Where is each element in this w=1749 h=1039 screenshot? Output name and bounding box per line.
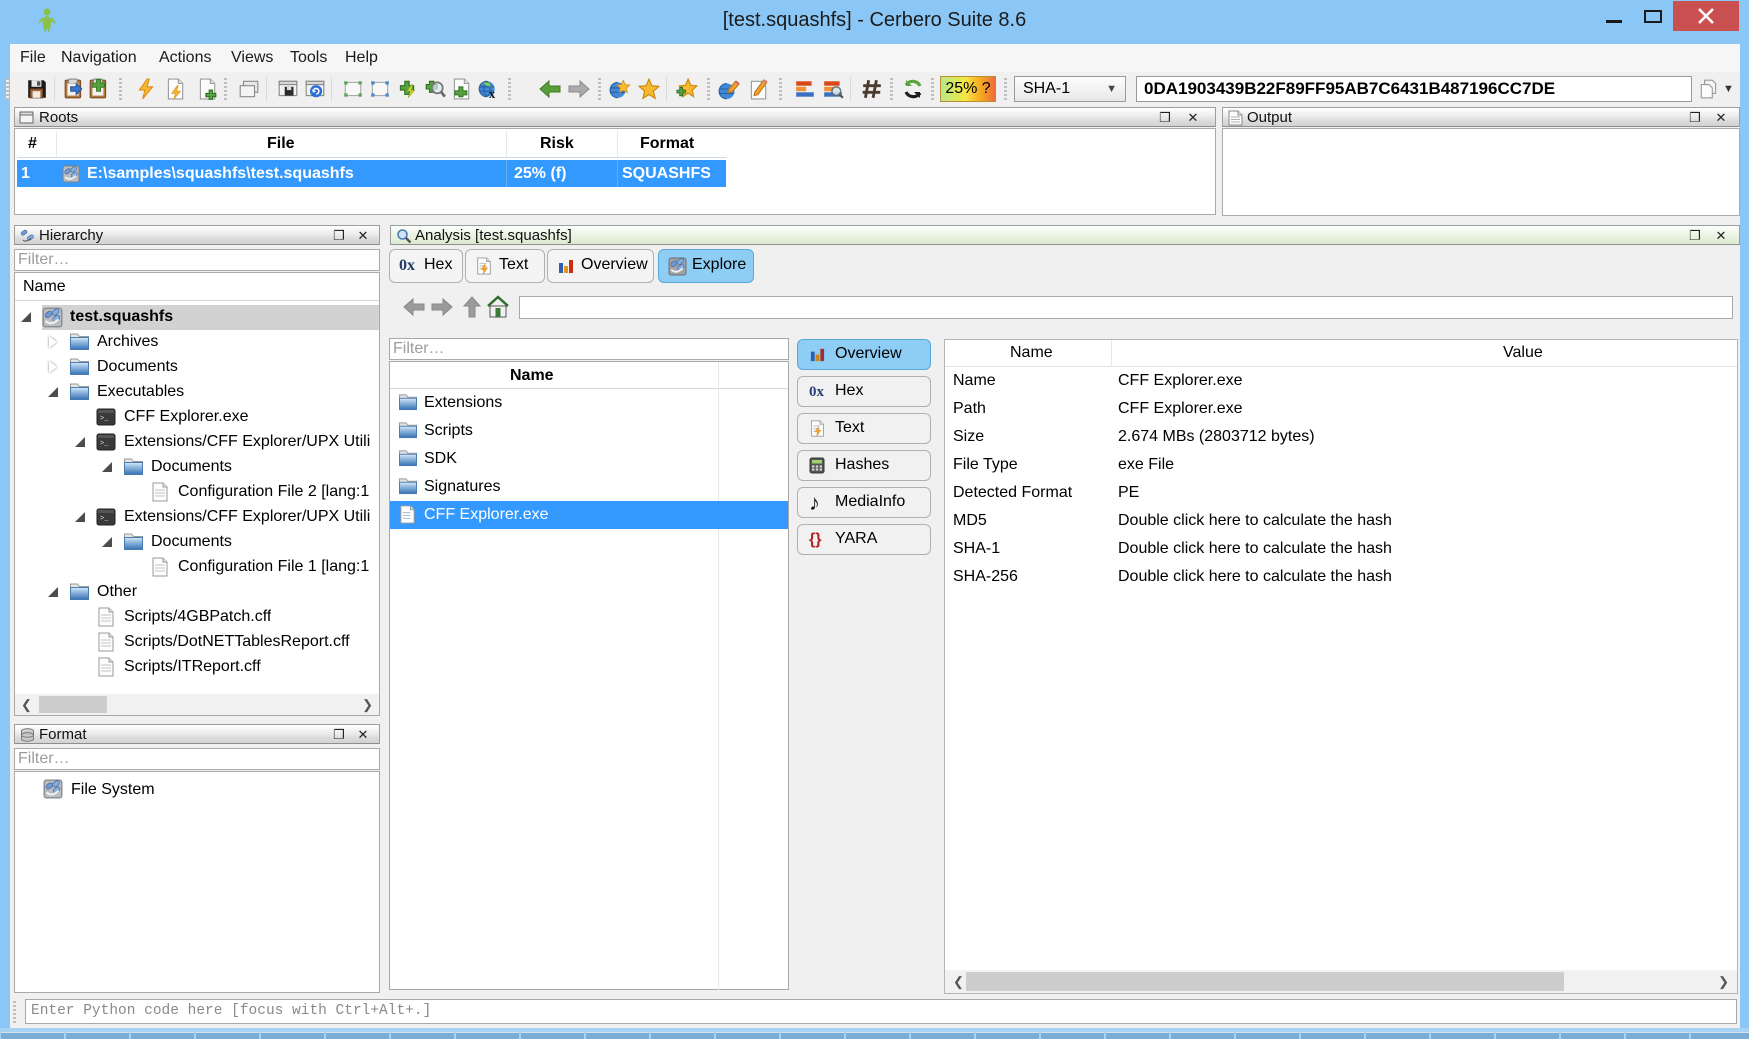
svg-text:>_: >_ [100,415,109,423]
svg-text:>_: >_ [100,440,109,448]
svg-text:x: x [489,87,495,100]
svg-text:>_: >_ [100,515,109,523]
